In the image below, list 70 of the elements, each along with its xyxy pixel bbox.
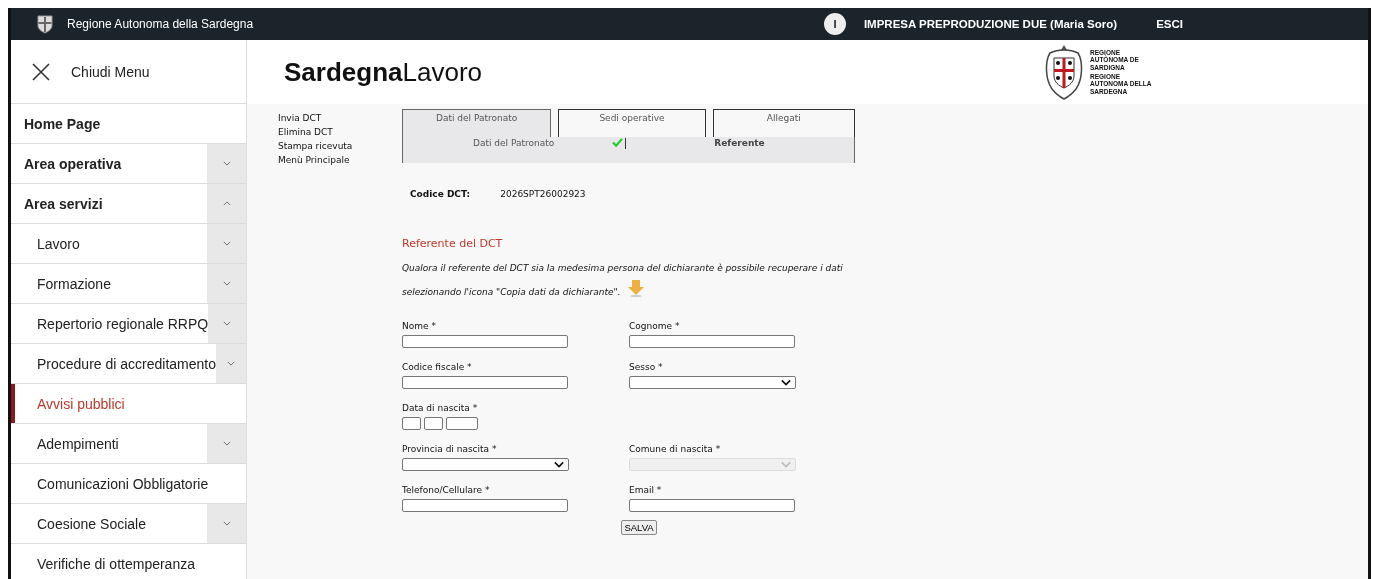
field-label: Data di nascita * xyxy=(402,403,479,414)
dropdown-field[interactable] xyxy=(402,458,569,471)
site-name: Regione Autonoma della Sardegna xyxy=(67,17,254,31)
field-label: Comune di nascita * xyxy=(629,444,722,455)
sidebar-item[interactable]: Lavoro xyxy=(11,224,246,264)
subtab[interactable]: Dati del Patronato xyxy=(473,138,555,148)
sidebar-item[interactable]: Repertorio regionale RRPQ xyxy=(11,304,246,344)
chevron-icon xyxy=(222,241,231,246)
chevron-toggle[interactable] xyxy=(216,344,246,383)
action-link[interactable]: Invia DCT xyxy=(278,112,402,124)
caret-icon xyxy=(554,461,564,468)
action-link[interactable]: Elimina DCT xyxy=(278,126,402,138)
sidebar-item[interactable]: Area operativa xyxy=(11,144,246,184)
chevron-toggle[interactable] xyxy=(207,224,246,263)
code-label: Codice DCT: xyxy=(410,189,471,199)
close-icon xyxy=(31,61,51,82)
action-link[interactable]: Menù Principale xyxy=(278,154,402,166)
input-field[interactable] xyxy=(402,376,568,389)
field-label: Nome * xyxy=(402,321,437,332)
tab[interactable]: Sedi operative xyxy=(558,109,706,139)
user-name[interactable]: IMPRESA PREPRODUZIONE DUE (Maria Soro) xyxy=(863,18,1118,30)
sidebar-item[interactable]: Area servizi xyxy=(11,184,246,224)
sidebar-item[interactable]: Formazione xyxy=(11,264,246,304)
sidebar-item[interactable]: Verifiche di ottemperanza xyxy=(11,544,246,579)
field-label: Codice fiscale * xyxy=(402,362,473,373)
sidebar-item[interactable]: Coesione Sociale xyxy=(11,504,246,544)
field-label: Cognome * xyxy=(629,321,681,332)
crest-logo xyxy=(1044,43,1084,101)
chevron-icon xyxy=(222,441,231,446)
chevron-icon xyxy=(222,281,231,286)
chevron-icon xyxy=(222,201,231,206)
chevron-toggle[interactable] xyxy=(208,304,246,343)
tab[interactable]: Dati del Patronato xyxy=(402,109,552,139)
field-label: Email * xyxy=(629,485,663,496)
chevron-icon xyxy=(223,321,232,326)
chevron-toggle[interactable] xyxy=(207,144,246,183)
sidebar-item[interactable]: Adempimenti xyxy=(11,424,246,464)
input-field[interactable] xyxy=(402,499,568,512)
chevron-icon xyxy=(227,361,235,366)
subtab[interactable]: Referente xyxy=(714,138,765,148)
chevron-toggle[interactable] xyxy=(207,264,246,303)
section-title: Referente del DCT xyxy=(402,237,504,250)
input-field[interactable] xyxy=(629,335,795,348)
chevron-toggle[interactable] xyxy=(207,504,246,543)
site-title: SardegnaLavoro xyxy=(284,56,483,88)
sidebar-item[interactable]: Procedure di accreditamento xyxy=(11,344,246,384)
chevron-toggle[interactable] xyxy=(207,424,246,463)
chevron-icon xyxy=(222,521,231,526)
month-field[interactable] xyxy=(424,417,443,430)
note-text: Qualora il referente del DCT sia la medesima persona del dichiarante è possibile recuperare i dati selezionando l'icona "Copia dati da dichiarante". xyxy=(402,262,844,299)
code-value: 2026SPT26002923 xyxy=(500,189,586,199)
user-avatar[interactable]: I xyxy=(823,13,846,35)
chevron-icon xyxy=(222,161,231,166)
input-field[interactable] xyxy=(402,335,568,348)
save-button[interactable]: SALVA xyxy=(621,520,657,535)
year-field[interactable] xyxy=(446,417,478,430)
field-label: Sesso * xyxy=(629,362,664,373)
dropdown-field[interactable] xyxy=(629,376,796,389)
crest-icon xyxy=(35,14,55,34)
caret-icon xyxy=(781,379,791,386)
action-link[interactable]: Stampa ricevuta xyxy=(278,140,402,152)
day-field[interactable] xyxy=(402,417,421,430)
logout-link[interactable]: ESCI xyxy=(1156,18,1183,30)
input-field[interactable] xyxy=(629,499,795,512)
tab[interactable]: Allegati xyxy=(712,109,855,139)
field-label: Provincia di nascita * xyxy=(402,444,498,455)
chevron-toggle[interactable] xyxy=(207,184,246,223)
field-label: Telefono/Cellulare * xyxy=(402,485,491,496)
caret-icon xyxy=(781,461,791,468)
sidebar-item[interactable]: Avvisi pubblici xyxy=(11,384,246,424)
